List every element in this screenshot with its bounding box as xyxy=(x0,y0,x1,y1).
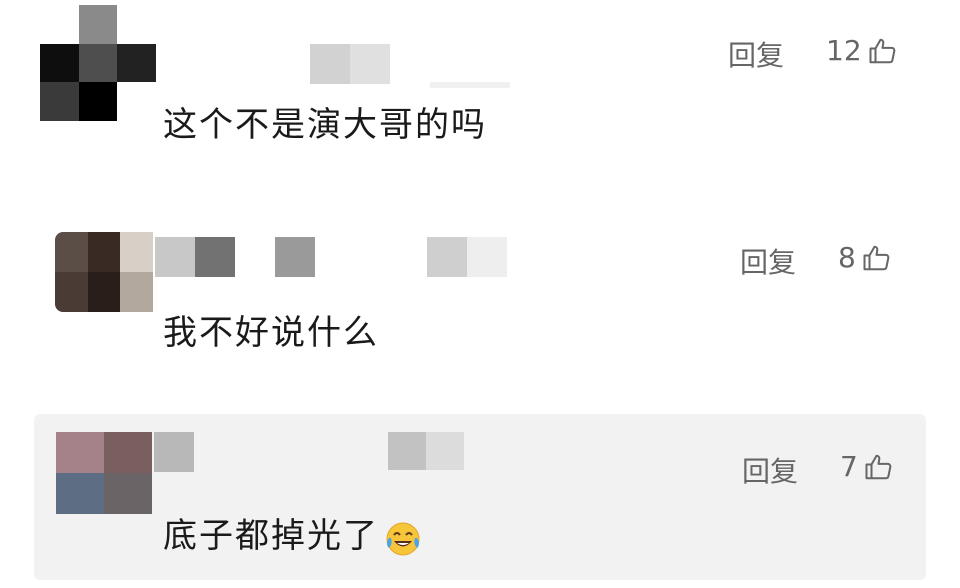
like-button[interactable]: 8 xyxy=(838,241,892,274)
username[interactable] xyxy=(154,432,194,472)
avatar[interactable] xyxy=(40,5,156,121)
comment-item: 这个不是演大哥的吗 回复 12 xyxy=(0,0,960,205)
avatar[interactable] xyxy=(55,232,153,312)
comment-item-highlighted: 底子都掉光了 回复 7 xyxy=(34,414,926,580)
reply-button[interactable]: 回复 xyxy=(728,34,784,74)
comment-text: 这个不是演大哥的吗 xyxy=(163,105,487,145)
thumbs-up-icon xyxy=(865,454,892,479)
username[interactable] xyxy=(155,237,315,277)
comment-text: 我不好说什么 xyxy=(163,313,379,353)
like-button[interactable]: 7 xyxy=(840,450,894,483)
like-count: 7 xyxy=(840,450,858,483)
like-count: 8 xyxy=(838,241,856,274)
thumbs-up-icon xyxy=(869,38,895,63)
like-count: 12 xyxy=(826,34,862,67)
comment-text: 底子都掉光了 xyxy=(163,508,423,558)
thumbs-up-icon xyxy=(863,245,890,270)
face-with-tears-of-joy-icon xyxy=(386,522,420,555)
username[interactable] xyxy=(310,44,390,84)
reply-button[interactable]: 回复 xyxy=(742,450,798,490)
like-button[interactable]: 12 xyxy=(826,34,898,67)
avatar[interactable] xyxy=(56,432,152,514)
comment-item: 我不好说什么 回复 8 xyxy=(0,205,960,410)
reply-button[interactable]: 回复 xyxy=(740,241,796,281)
